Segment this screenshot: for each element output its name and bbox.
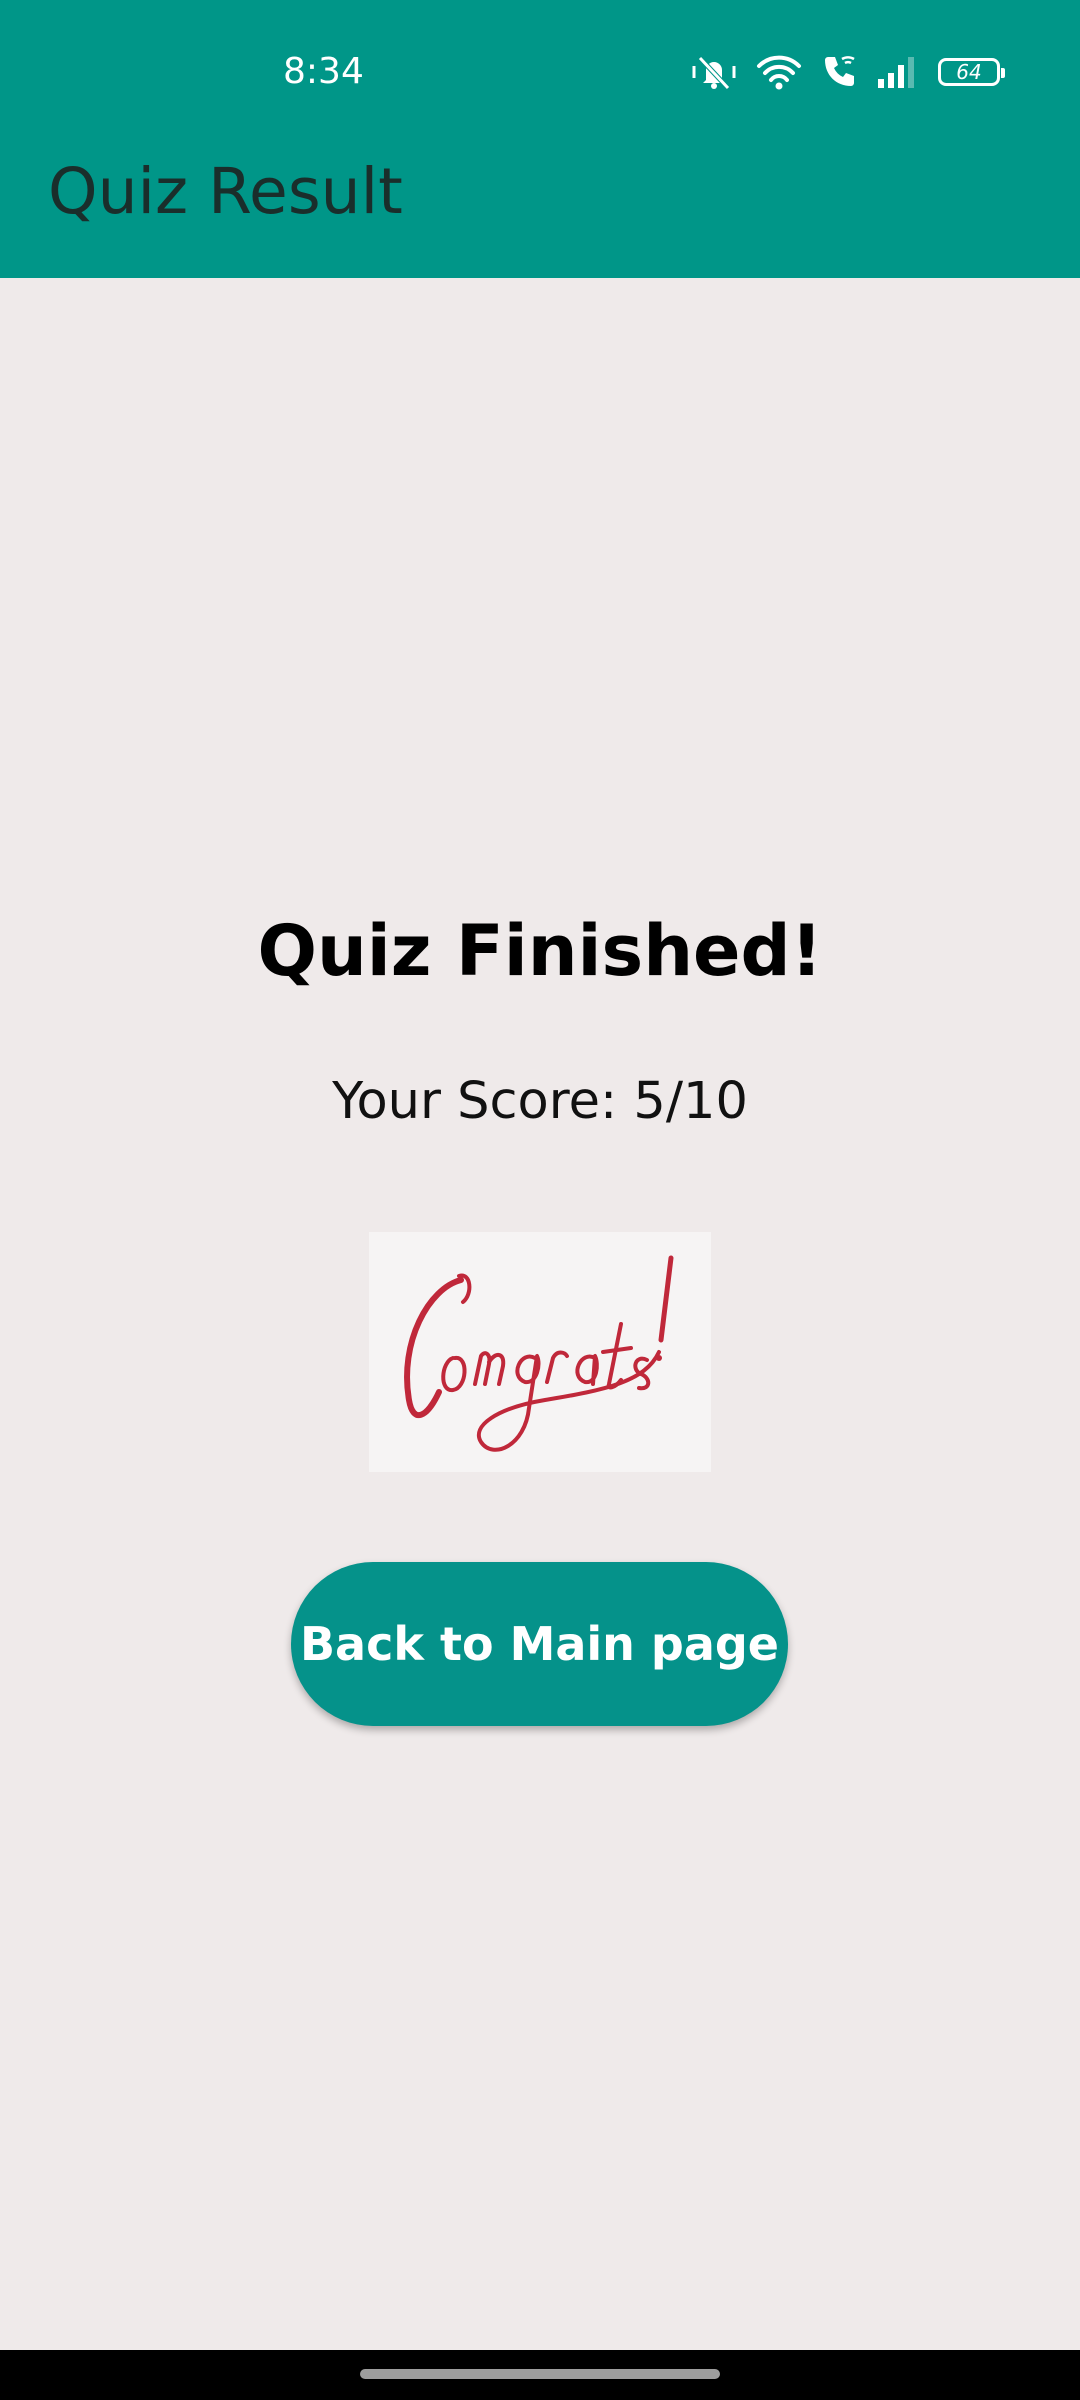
- wifi-calling-icon: [820, 53, 858, 91]
- mute-vibrate-icon: [690, 52, 738, 92]
- score-text: Your Score: 5/10: [332, 1072, 748, 1131]
- app-bar: 8:34 64 Quiz Result: [0, 0, 1080, 278]
- wifi-icon: [756, 54, 802, 90]
- result-heading: Quiz Finished!: [257, 910, 823, 992]
- congrats-image: [369, 1232, 711, 1472]
- navigation-bar: [0, 2350, 1080, 2400]
- battery-icon: 64: [938, 58, 1005, 86]
- page-title: Quiz Result: [48, 155, 403, 228]
- signal-icon: [876, 55, 920, 89]
- status-bar: 8:34 64: [0, 0, 1080, 140]
- status-time: 8:34: [283, 51, 364, 92]
- battery-level: 64: [956, 60, 982, 84]
- back-to-main-button[interactable]: Back to Main page: [291, 1562, 788, 1726]
- home-indicator[interactable]: [360, 2369, 720, 2379]
- status-icons: 64: [690, 50, 1005, 94]
